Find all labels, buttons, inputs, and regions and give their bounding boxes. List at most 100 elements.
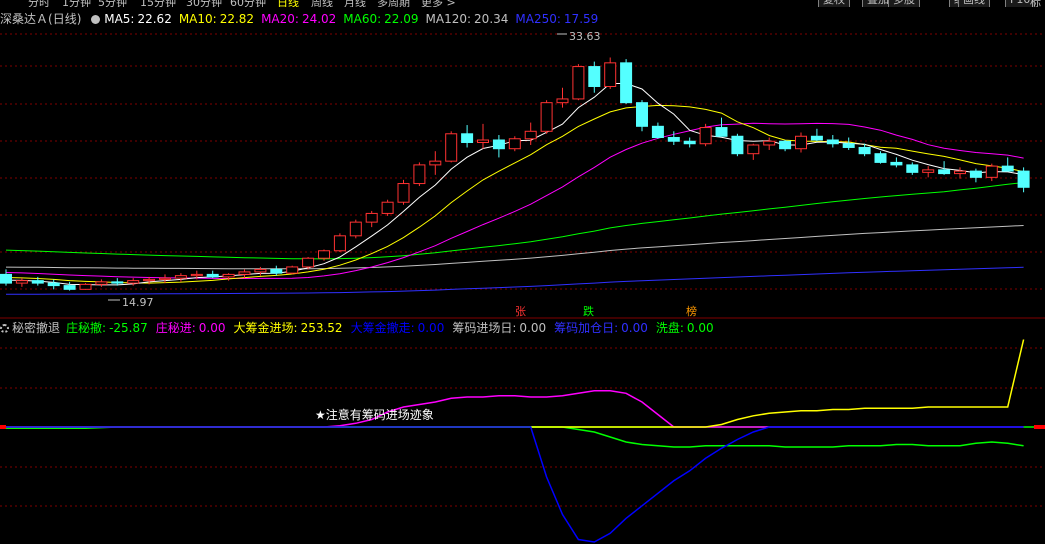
tab-period-0[interactable]: 分时 [28, 0, 50, 7]
tab-period-10[interactable]: 更多 > [421, 0, 456, 7]
candle-body-11 [174, 275, 187, 279]
tab-period-2[interactable]: 5分钟 [98, 0, 127, 7]
candle-body-44 [699, 127, 712, 145]
indicator-legend-6-value: 0.00 [686, 321, 714, 335]
ma-legend-0-label: MA5: [104, 12, 135, 26]
indicator-legend-1-value: 0.00 [198, 321, 226, 335]
candle-body-61 [969, 170, 982, 178]
ma-legend-1-label: MA10: [178, 12, 217, 26]
candle-body-30 [477, 139, 489, 143]
ma5-line [5, 83, 1024, 286]
multi-stock-button[interactable]: 多股 [888, 0, 920, 7]
candle-body-52 [826, 139, 839, 145]
candle-body-7 [111, 281, 124, 284]
sub-chart-note: ★注意有筹码进场迹象 [315, 407, 434, 422]
da-chou-jin-che-line [6, 426, 1024, 543]
candle-body-6 [95, 281, 108, 285]
ma-legend-4-label: MA120: [425, 12, 472, 26]
indicator-legend: 秘密撤退 庄秘撤: -25.87 庄秘进: 0.00 大筹金进场: 253.52 大筹金撤走:… [0, 319, 722, 335]
candle-body-10 [159, 277, 171, 280]
candle-body-17 [270, 268, 283, 274]
candle-body-29 [461, 133, 474, 143]
tab-period-9[interactable]: 多周期 [377, 0, 410, 7]
tab-period-4[interactable]: 30分钟 [186, 0, 222, 7]
ma-legend-2-label: MA20: [261, 12, 299, 26]
candle-body-28 [445, 133, 458, 162]
tab-period-1[interactable]: 1分钟 [62, 0, 91, 7]
candle-body-63 [1001, 165, 1014, 172]
ma120-line [5, 225, 1024, 270]
tab-period-3[interactable]: 15分钟 [140, 0, 176, 7]
moving-average-lines [5, 83, 1024, 295]
ma-legend-0-value: 22.62 [137, 12, 172, 26]
candle-body-14 [222, 273, 235, 278]
candle-body-59 [938, 169, 951, 175]
right-edge-label[interactable]: 标 [1030, 0, 1041, 7]
chart-period: (日线) [48, 12, 82, 26]
draw-line-button[interactable]: 画线 [958, 0, 990, 7]
candle-body-33 [524, 130, 537, 140]
candle-body-26 [413, 164, 426, 185]
indicator-legend-4-label: 筹码进场日: [452, 321, 517, 335]
candle-body-40 [636, 102, 648, 127]
da-chou-jin-jin-line [6, 339, 1025, 428]
chart-annotations: 33.63 14.97 张 跌 榜 ★注意有筹码进场迹象 [108, 30, 697, 422]
candle-body-24 [381, 201, 394, 214]
indicator-legend-0-value: -25.87 [109, 321, 148, 335]
stock-name: 深桑达Ａ [0, 12, 49, 26]
candle-body-12 [190, 273, 203, 277]
tab-period-7[interactable]: 周线 [311, 0, 333, 7]
indicator-settings-icon[interactable] [0, 324, 9, 333]
high-price-label: 33.63 [569, 30, 601, 43]
candle-body-64 [1017, 170, 1030, 188]
indicator-legend-2-label: 大筹金进场: [233, 321, 298, 335]
candle-body-62 [985, 165, 998, 178]
ma10-line [5, 104, 1024, 284]
settings-dot-icon[interactable] [91, 15, 101, 24]
low-price-label: 14.97 [122, 296, 154, 309]
tab-period-5[interactable]: 60分钟 [230, 0, 266, 7]
candle-body-13 [206, 273, 219, 278]
main-chart-legend: 深桑达Ａ(日线) MA5: 22.62 MA10: 22.82 MA20: 24.02 MA… [0, 10, 611, 26]
kline-chart[interactable]: 33.63 14.97 张 跌 榜 ★注意有筹码进场迹象 [0, 0, 1045, 544]
candle-body-60 [954, 170, 966, 175]
indicator-legend-6-label: 洗盘: [655, 321, 684, 335]
indicator-legend-1-label: 庄秘进: [155, 321, 196, 335]
indicator-legend-3-value: 0.00 [417, 321, 445, 335]
candle-body-19 [302, 257, 315, 268]
candle-body-53 [842, 143, 855, 148]
ma-legend-5-label: MA250: [515, 12, 561, 26]
indicator-legend-5-value: 0.00 [621, 321, 648, 335]
candle-body-15 [238, 271, 251, 275]
mark-bang: 榜 [686, 304, 697, 318]
indicator-legend-4-value: 0.00 [519, 321, 547, 335]
candle-body-1 [15, 280, 28, 284]
candle-body-36 [572, 66, 585, 100]
candle-body-48 [763, 140, 776, 146]
candle-body-16 [254, 268, 267, 273]
candle-body-22 [349, 221, 362, 237]
candle-body-3 [47, 282, 60, 287]
zero-line-right-marker [1034, 425, 1045, 429]
candle-body-49 [779, 140, 792, 150]
indicator-legend-0-label: 庄秘撤: [66, 321, 107, 335]
candle-body-32 [508, 138, 521, 150]
candle-body-20 [318, 250, 330, 259]
candle-body-23 [365, 212, 378, 223]
indicator-lines [0, 339, 1045, 543]
tab-period-6[interactable]: 日线 [277, 0, 299, 7]
candle-body-37 [588, 66, 601, 87]
candle-body-38 [604, 62, 617, 87]
restore-rights-button[interactable]: 复权 [818, 0, 850, 7]
candle-body-47 [747, 144, 760, 155]
ma-legend-3-value: 22.09 [384, 12, 419, 26]
tab-period-8[interactable]: 月线 [344, 0, 366, 7]
indicator-name[interactable]: 秘密撤退 [12, 321, 60, 335]
ma-legend-3-label: MA60: [343, 12, 382, 26]
ma60-line [5, 182, 1024, 260]
ma-legend-2-value: 24.02 [301, 12, 337, 26]
candle-body-58 [922, 169, 935, 173]
candle-body-8 [127, 280, 140, 284]
candle-body-39 [620, 62, 633, 104]
candle-body-43 [683, 140, 696, 145]
